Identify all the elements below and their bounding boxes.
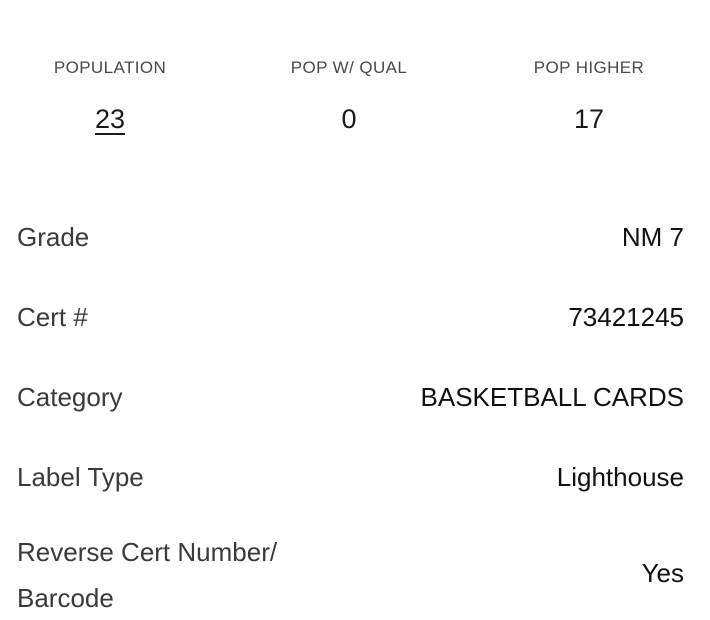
reverse-cert-value: Yes [641, 558, 684, 588]
stat-pop-higher-label: POP HIGHER [533, 58, 645, 77]
stat-pop-with-qualifier-label: POP W/ QUAL [290, 58, 408, 77]
cert-number-value: 73421245 [568, 302, 684, 332]
stat-population: POPULATION 23 [0, 55, 220, 135]
stat-population-label: POPULATION [53, 58, 167, 77]
category-value: BASKETBALL CARDS [420, 382, 684, 412]
stat-pop-with-qualifier: POP W/ QUAL 0 [239, 55, 459, 135]
detail-row-label-type: Label Type Lighthouse [17, 445, 684, 525]
reverse-cert-label-line2: Barcode [17, 583, 114, 613]
cert-number-label: Cert # [17, 302, 88, 332]
stat-pop-higher: POP HIGHER 17 [479, 55, 699, 135]
label-type-value: Lighthouse [556, 462, 684, 492]
grade-value: NM 7 [621, 222, 684, 252]
population-stats: POPULATION 23 POP W/ QUAL 0 POP HIGHER 1… [0, 55, 710, 145]
category-label: Category [17, 382, 123, 412]
reverse-cert-label: Reverse Cert Number/ Barcode [17, 529, 277, 620]
detail-row-cert-number: Cert # 73421245 [17, 285, 684, 365]
stat-pop-higher-value: 17 [573, 104, 605, 134]
label-type-label: Label Type [17, 462, 144, 492]
cert-details-list: Grade NM 7 Cert # 73421245 Category BASK… [17, 205, 684, 620]
stat-population-value-link[interactable]: 23 [95, 103, 125, 135]
detail-row-reverse-cert: Reverse Cert Number/ Barcode Yes [17, 525, 684, 620]
detail-row-category: Category BASKETBALL CARDS [17, 365, 684, 445]
stat-pop-with-qualifier-value: 0 [341, 104, 357, 134]
grade-label: Grade [17, 222, 90, 252]
detail-row-grade: Grade NM 7 [17, 205, 684, 285]
reverse-cert-label-line1: Reverse Cert Number/ [17, 537, 278, 567]
